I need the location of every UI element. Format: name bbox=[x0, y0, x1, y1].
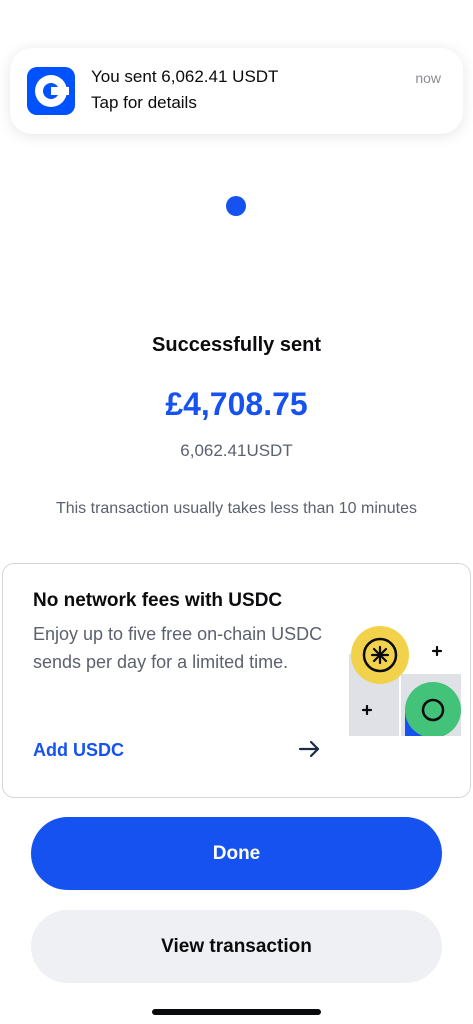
arrow-right-icon[interactable] bbox=[295, 734, 325, 764]
coinbase-logo-icon bbox=[27, 67, 75, 115]
notification-title: You sent 6,062.41 USDT bbox=[91, 67, 279, 86]
crypto-amount: 6,062.41USDT bbox=[180, 441, 293, 460]
usdc-promo-illustration bbox=[349, 622, 461, 738]
notification-subtitle: Tap for details bbox=[91, 93, 197, 112]
notification-banner[interactable]: You sent 6,062.41 USDT Tap for details n… bbox=[10, 48, 463, 134]
view-transaction-button[interactable]: View transaction bbox=[31, 910, 442, 983]
usdc-promo-card: No network fees with USDC Enjoy up to fi… bbox=[2, 563, 471, 798]
status-message: Successfully sent bbox=[152, 334, 321, 356]
promo-body: Enjoy up to five free on-chain USDC send… bbox=[33, 624, 323, 672]
promo-title: No network fees with USDC bbox=[33, 590, 283, 611]
done-button[interactable]: Done bbox=[31, 817, 442, 890]
notification-time: now bbox=[415, 70, 441, 86]
home-indicator bbox=[152, 1009, 321, 1015]
transaction-note: This transaction usually takes less than… bbox=[55, 500, 418, 517]
fiat-amount: £4,708.75 bbox=[165, 386, 308, 422]
add-usdc-link[interactable]: Add USDC bbox=[33, 740, 124, 761]
progress-dot-icon bbox=[226, 196, 246, 216]
